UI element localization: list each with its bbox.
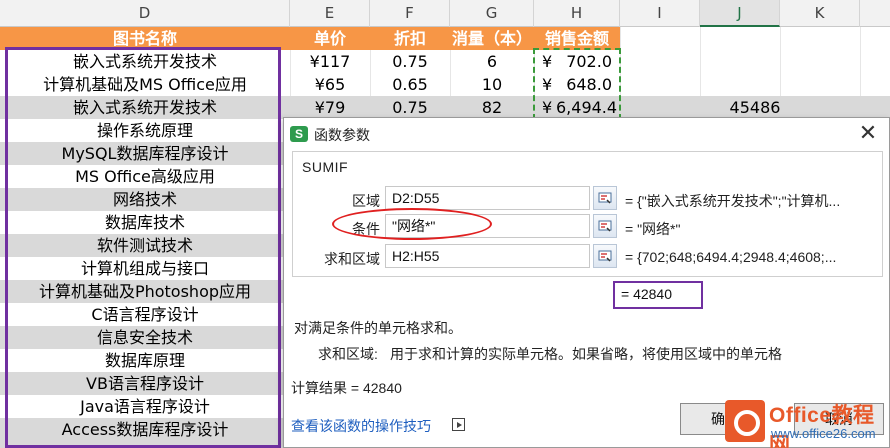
help-link[interactable]: 查看该函数的操作技巧: [291, 416, 431, 436]
office-logo-icon: [725, 400, 765, 442]
column-header-e[interactable]: E: [290, 0, 370, 27]
qty-cell[interactable]: 10: [450, 73, 534, 96]
collapse-dialog-icon: [598, 250, 612, 262]
range-highlight-box: [5, 47, 281, 448]
collapse-dialog-button[interactable]: [593, 186, 617, 210]
column-header-i[interactable]: I: [620, 0, 700, 27]
collapse-dialog-icon: [598, 220, 612, 232]
arg-help-text: 用于求和计算的实际单元格。如果省略，将使用区域中的单元格: [390, 346, 782, 362]
discount-cell[interactable]: 0.65: [370, 73, 450, 96]
j-cell-value[interactable]: 45486: [700, 96, 810, 119]
collapse-dialog-button[interactable]: [593, 214, 617, 238]
wps-app-icon: S: [290, 126, 308, 142]
price-cell[interactable]: ¥117: [290, 50, 370, 73]
collapse-dialog-button[interactable]: [593, 244, 617, 268]
column-header-h[interactable]: H: [534, 0, 620, 27]
watermark-logo: Office教程网 www.office26.com: [725, 398, 890, 448]
arg-input-range[interactable]: D2:D55: [385, 186, 590, 210]
column-header-d[interactable]: D: [0, 0, 290, 27]
arg-label-range: 区域: [352, 193, 380, 209]
dialog-title: 函数参数: [314, 127, 370, 143]
calc-result: 计算结果 = 42840: [291, 380, 402, 396]
arg-label-sum-range: 求和区域: [324, 251, 380, 267]
function-name: SUMIF: [302, 159, 349, 175]
function-total-value: = 42840: [613, 281, 703, 309]
function-description: 对满足条件的单元格求和。: [294, 320, 462, 336]
column-header-g[interactable]: G: [450, 0, 534, 27]
collapse-dialog-icon: [598, 192, 612, 204]
arg-result-range: = {"嵌入式系统开发技术";"计算机...: [625, 193, 841, 209]
column-header-k[interactable]: K: [780, 0, 860, 27]
discount-cell[interactable]: 0.75: [370, 50, 450, 73]
arg-result-criteria: = "网络*": [625, 221, 681, 237]
watermark-url: www.office26.com: [771, 426, 876, 441]
column-header-j[interactable]: J: [700, 0, 780, 27]
header-unit-price[interactable]: 单价: [290, 27, 370, 50]
close-icon[interactable]: ✕: [857, 122, 879, 144]
copy-marquee: [533, 48, 621, 120]
column-header-f[interactable]: F: [370, 0, 450, 27]
dialog-titlebar[interactable]: S 函数参数 ✕: [284, 118, 889, 150]
arg-result-sum-range: = {702;648;6494.4;2948.4;4608;...: [625, 249, 837, 265]
header-discount[interactable]: 折扣: [370, 27, 450, 50]
header-sales-qty[interactable]: 消量（本）: [450, 27, 534, 50]
header-sales-amount[interactable]: 销售金额: [534, 27, 620, 50]
price-cell[interactable]: ¥65: [290, 73, 370, 96]
play-help-icon[interactable]: [452, 418, 465, 431]
price-cell[interactable]: ¥79: [290, 96, 370, 119]
qty-cell[interactable]: 6: [450, 50, 534, 73]
arg-input-sum-range[interactable]: H2:H55: [385, 244, 590, 268]
column-header-row: D E F G H I J K: [0, 0, 890, 27]
criteria-highlight-ellipse: [332, 208, 492, 240]
qty-cell[interactable]: 82: [450, 96, 534, 119]
arg-help-label: 求和区域:: [318, 346, 378, 362]
discount-cell[interactable]: 0.75: [370, 96, 450, 119]
